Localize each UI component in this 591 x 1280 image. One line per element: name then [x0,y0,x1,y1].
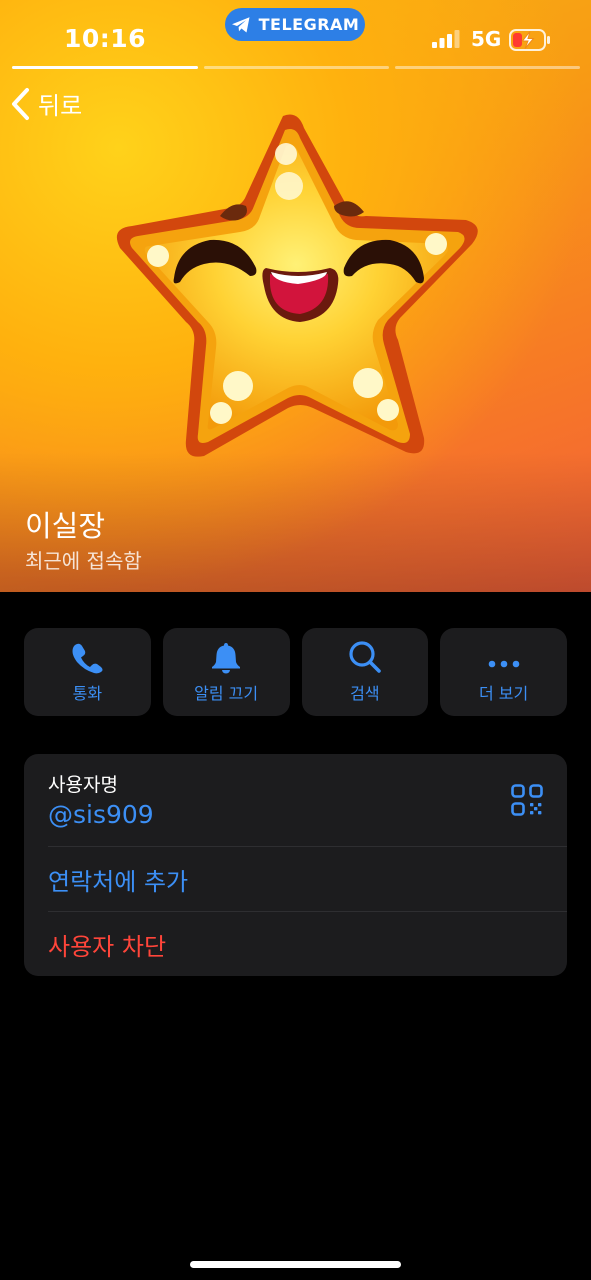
chevron-left-icon [12,87,29,120]
star-avatar-image[interactable] [108,108,488,468]
profile-name: 이실장 [25,509,106,543]
profile-header: 10:16 TELEGRAM 5G 뒤로 이실장 최근에 접속함 [0,0,591,592]
telegram-plane-icon [231,16,250,32]
network-type: 5G [471,27,502,51]
info-card: 사용자명 @sis909 연락처에 추가 사용자 차단 [24,754,567,976]
call-button[interactable]: 통화 [24,628,151,716]
back-button[interactable]: 뒤로 [10,86,82,121]
search-icon [349,641,381,673]
search-label: 검색 [350,684,380,703]
telegram-pill-label: TELEGRAM [258,15,360,34]
username-label: 사용자명 [48,774,118,796]
telegram-pill[interactable]: TELEGRAM [225,8,365,41]
username-row[interactable]: 사용자명 @sis909 [48,754,567,846]
profile-status: 최근에 접속함 [25,549,142,573]
action-bar: 통화 알림 끄기 검색 더 보기 [24,628,567,716]
story-progress-3 [395,66,580,69]
back-label: 뒤로 [38,92,83,120]
more-label: 더 보기 [479,684,529,703]
story-progress-2 [204,66,389,69]
mute-label: 알림 끄기 [194,684,259,703]
status-time: 10:16 [64,24,147,53]
more-icon [488,660,519,668]
call-label: 통화 [72,684,103,703]
bell-icon [212,643,241,674]
story-progress-1 [12,66,198,69]
username-value[interactable]: @sis909 [48,800,154,829]
add-contact-button[interactable]: 연락처에 추가 [48,847,567,911]
home-indicator[interactable] [190,1261,401,1268]
block-user-button[interactable]: 사용자 차단 [48,912,567,976]
phone-icon [72,643,103,674]
battery-charging-icon [509,29,550,51]
qr-code-icon[interactable] [511,784,543,816]
signal-icon [432,30,460,48]
search-button[interactable]: 검색 [301,628,429,716]
mute-button[interactable]: 알림 끄기 [162,628,290,716]
more-button[interactable]: 더 보기 [440,628,567,716]
